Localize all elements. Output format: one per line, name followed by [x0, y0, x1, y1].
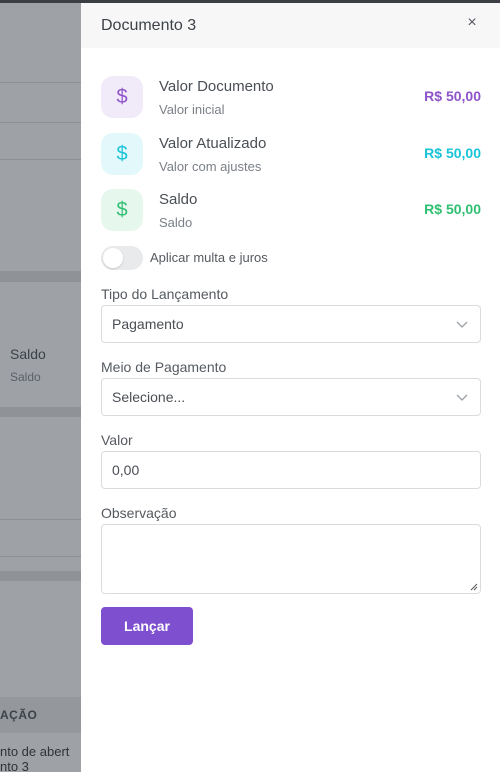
background-table-header-label: AÇÃO	[0, 708, 38, 722]
chevron-down-icon	[456, 321, 468, 328]
valor-input-value: 0,00	[112, 462, 140, 478]
panel-header: Documento 3 ×	[81, 3, 500, 48]
multa-juros-label: Aplicar multa e juros	[150, 250, 268, 265]
background-saldo-subtitle: Saldo	[10, 370, 41, 384]
document-side-panel: Documento 3 × $ Valor Documento Valor in…	[81, 3, 500, 772]
multa-juros-toggle[interactable]	[101, 246, 143, 270]
background-band	[0, 271, 81, 282]
background-row-text: nto 3	[0, 759, 29, 772]
summary-valor-documento: $ Valor Documento Valor inicial R$ 50,00	[101, 76, 481, 120]
summary-valor-atualizado: $ Valor Atualizado Valor com ajustes R$ …	[101, 133, 481, 177]
dollar-icon: $	[101, 189, 143, 231]
chevron-down-icon	[456, 394, 468, 401]
summary-subtitle: Saldo	[159, 215, 193, 230]
valor-label: Valor	[101, 432, 133, 448]
observacao-textarea[interactable]	[101, 524, 481, 594]
summary-saldo: $ Saldo Saldo R$ 50,00	[101, 189, 481, 233]
background-table-header: AÇÃO	[0, 697, 81, 733]
summary-value: R$ 50,00	[424, 88, 481, 104]
background-band	[0, 407, 81, 417]
meio-pagamento-value: Selecione...	[112, 389, 186, 405]
summary-value: R$ 50,00	[424, 145, 481, 161]
tipo-lancamento-select[interactable]: Pagamento	[101, 305, 481, 343]
meio-pagamento-select[interactable]: Selecione...	[101, 378, 481, 416]
toggle-knob	[103, 248, 123, 268]
summary-title: Valor Atualizado	[159, 135, 267, 152]
background-divider	[0, 82, 81, 83]
background-row-text: nto de abert	[0, 744, 70, 759]
tipo-lancamento-label: Tipo do Lançamento	[101, 286, 229, 302]
lancar-button[interactable]: Lançar	[101, 607, 193, 645]
meio-pagamento-label: Meio de Pagamento	[101, 359, 227, 375]
panel-title: Documento 3	[101, 17, 197, 34]
summary-subtitle: Valor inicial	[159, 102, 225, 117]
tipo-lancamento-value: Pagamento	[112, 316, 184, 332]
summary-title: Valor Documento	[159, 78, 274, 95]
background-divider	[0, 519, 81, 520]
summary-subtitle: Valor com ajustes	[159, 159, 262, 174]
observacao-label: Observação	[101, 505, 177, 521]
background-band	[0, 571, 81, 581]
multa-juros-toggle-row: Aplicar multa e juros	[101, 246, 401, 270]
background-divider	[0, 159, 81, 160]
valor-input[interactable]: 0,00	[101, 451, 481, 489]
summary-value: R$ 50,00	[424, 201, 481, 217]
dollar-icon: $	[101, 133, 143, 175]
dollar-icon: $	[101, 76, 143, 118]
close-icon[interactable]: ×	[462, 13, 482, 33]
resize-handle-icon[interactable]	[470, 583, 478, 591]
background-divider	[0, 556, 81, 557]
background-saldo-title: Saldo	[10, 346, 46, 362]
background-divider	[0, 122, 81, 123]
summary-title: Saldo	[159, 191, 198, 208]
